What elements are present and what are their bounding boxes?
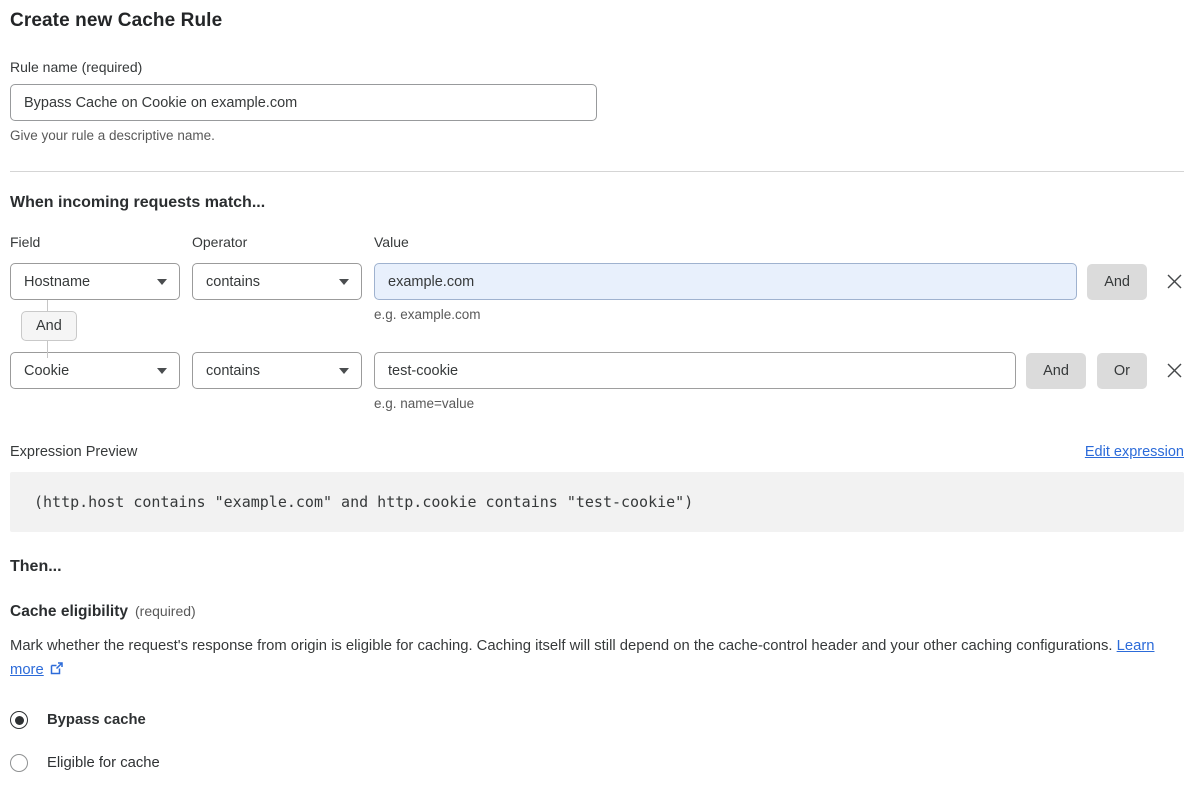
expression-preview-label: Expression Preview xyxy=(10,444,138,460)
close-icon xyxy=(1167,363,1182,378)
condition-builder: Hostname contains e.g. example.com And xyxy=(10,263,1184,411)
section-divider xyxy=(10,171,1184,172)
field-select-row1[interactable]: Hostname xyxy=(10,263,180,300)
field-column-label: Field xyxy=(10,234,41,250)
chevron-down-icon xyxy=(157,367,167,374)
operator-column-label: Operator xyxy=(192,234,248,250)
remove-condition-button-row1[interactable] xyxy=(1165,272,1184,291)
radio-option-eligible-for-cache[interactable]: Eligible for cache xyxy=(10,754,1184,772)
value-column-row2: e.g. name=value xyxy=(374,352,1017,411)
operator-select-row1-value: contains xyxy=(206,273,261,290)
radio-selected-icon[interactable] xyxy=(10,711,28,729)
logic-buttons-row1: And xyxy=(1087,263,1147,300)
value-input-row2[interactable] xyxy=(374,352,1017,389)
field-select-row2[interactable]: Cookie xyxy=(10,352,180,389)
condition-row-2: Cookie contains e.g. name=value And Or xyxy=(10,352,1184,411)
radio-option-bypass-cache[interactable]: Bypass cache xyxy=(10,711,1184,729)
bypass-cache-label: Bypass cache xyxy=(47,712,146,728)
connector-and-chip[interactable]: And xyxy=(21,311,77,341)
and-button-row2[interactable]: And xyxy=(1026,353,1086,389)
required-note: (required) xyxy=(135,603,196,619)
external-link-icon xyxy=(49,660,64,684)
value-hint-row2: e.g. name=value xyxy=(374,396,475,411)
remove-condition-button-row2[interactable] xyxy=(1165,361,1184,380)
close-icon xyxy=(1167,274,1182,289)
match-section-heading: When incoming requests match... xyxy=(10,194,266,211)
chevron-down-icon xyxy=(157,278,167,285)
field-select-row1-value: Hostname xyxy=(24,273,91,290)
eligible-for-cache-label: Eligible for cache xyxy=(47,755,160,771)
logic-buttons-row2: And Or xyxy=(1026,352,1147,389)
condition-row-1: Hostname contains e.g. example.com And xyxy=(10,263,1184,322)
expression-preview-code: (http.host contains "example.com" and ht… xyxy=(10,472,1184,532)
cache-eligibility-title: Cache eligibility xyxy=(10,603,129,620)
value-hint-row1: e.g. example.com xyxy=(374,307,481,322)
page-title: Create new Cache Rule xyxy=(10,10,223,31)
rule-name-input[interactable] xyxy=(10,84,597,121)
cache-eligibility-heading: Cache eligibility (required) xyxy=(10,603,1184,621)
description-text: Mark whether the request's response from… xyxy=(10,638,1113,654)
rule-name-label: Rule name (required) xyxy=(10,59,143,75)
value-column-row1: e.g. example.com xyxy=(374,263,1078,322)
condition-column-labels: Field Operator Value xyxy=(10,234,1184,250)
and-button-row1[interactable]: And xyxy=(1087,264,1147,300)
cache-eligibility-description: Mark whether the request's response from… xyxy=(10,634,1184,684)
operator-select-row1[interactable]: contains xyxy=(192,263,362,300)
then-heading: Then... xyxy=(10,558,62,575)
value-input-row1[interactable] xyxy=(374,263,1078,300)
edit-expression-link[interactable]: Edit expression xyxy=(1085,444,1184,460)
radio-unselected-icon[interactable] xyxy=(10,754,28,772)
or-button-row2[interactable]: Or xyxy=(1096,353,1147,389)
operator-select-row2-value: contains xyxy=(206,362,261,379)
value-column-label: Value xyxy=(374,234,409,250)
field-select-row2-value: Cookie xyxy=(24,362,70,379)
rule-name-helper: Give your rule a descriptive name. xyxy=(10,128,215,143)
chevron-down-icon xyxy=(339,278,349,285)
create-cache-rule-form: Create new Cache Rule Rule name (require… xyxy=(0,10,1200,772)
expression-preview-header: Expression Preview Edit expression xyxy=(10,444,1184,460)
chevron-down-icon xyxy=(339,367,349,374)
operator-select-row2[interactable]: contains xyxy=(192,352,362,389)
